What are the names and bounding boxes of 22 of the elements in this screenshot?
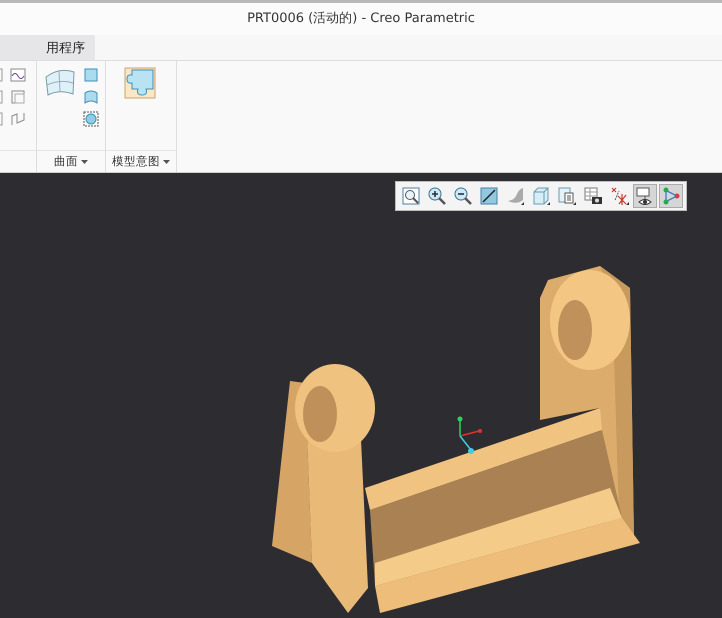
curved-sheet-icon[interactable] xyxy=(83,89,99,105)
node-link-button[interactable] xyxy=(659,184,683,208)
window-title: PRT0006 (活动的) - Creo Parametric xyxy=(247,10,475,28)
zoom-fit-icon xyxy=(401,186,421,206)
view-list-icon xyxy=(557,186,577,206)
group-menu[interactable]: 曲面 xyxy=(37,150,105,172)
zoom-in-icon xyxy=(427,186,447,206)
frame-icon[interactable] xyxy=(10,89,26,105)
cube-icon xyxy=(531,186,551,206)
datum-points-icon xyxy=(609,186,629,206)
square-pencil-icon xyxy=(479,186,499,206)
group-menu[interactable]: 模型意图 xyxy=(106,150,176,172)
ribbon-tab[interactable]: 用程序 xyxy=(0,35,95,60)
square-icon[interactable] xyxy=(83,67,99,83)
coordinate-axes-icon xyxy=(458,416,482,454)
node-link-icon xyxy=(661,186,681,206)
wave-icon[interactable] xyxy=(10,67,26,83)
box-sphere-icon[interactable] xyxy=(83,111,99,127)
table-camera-icon xyxy=(583,186,603,206)
curve-icon[interactable] xyxy=(10,111,26,127)
display-eye-button[interactable] xyxy=(633,184,657,208)
zoom-out-icon xyxy=(453,186,473,206)
